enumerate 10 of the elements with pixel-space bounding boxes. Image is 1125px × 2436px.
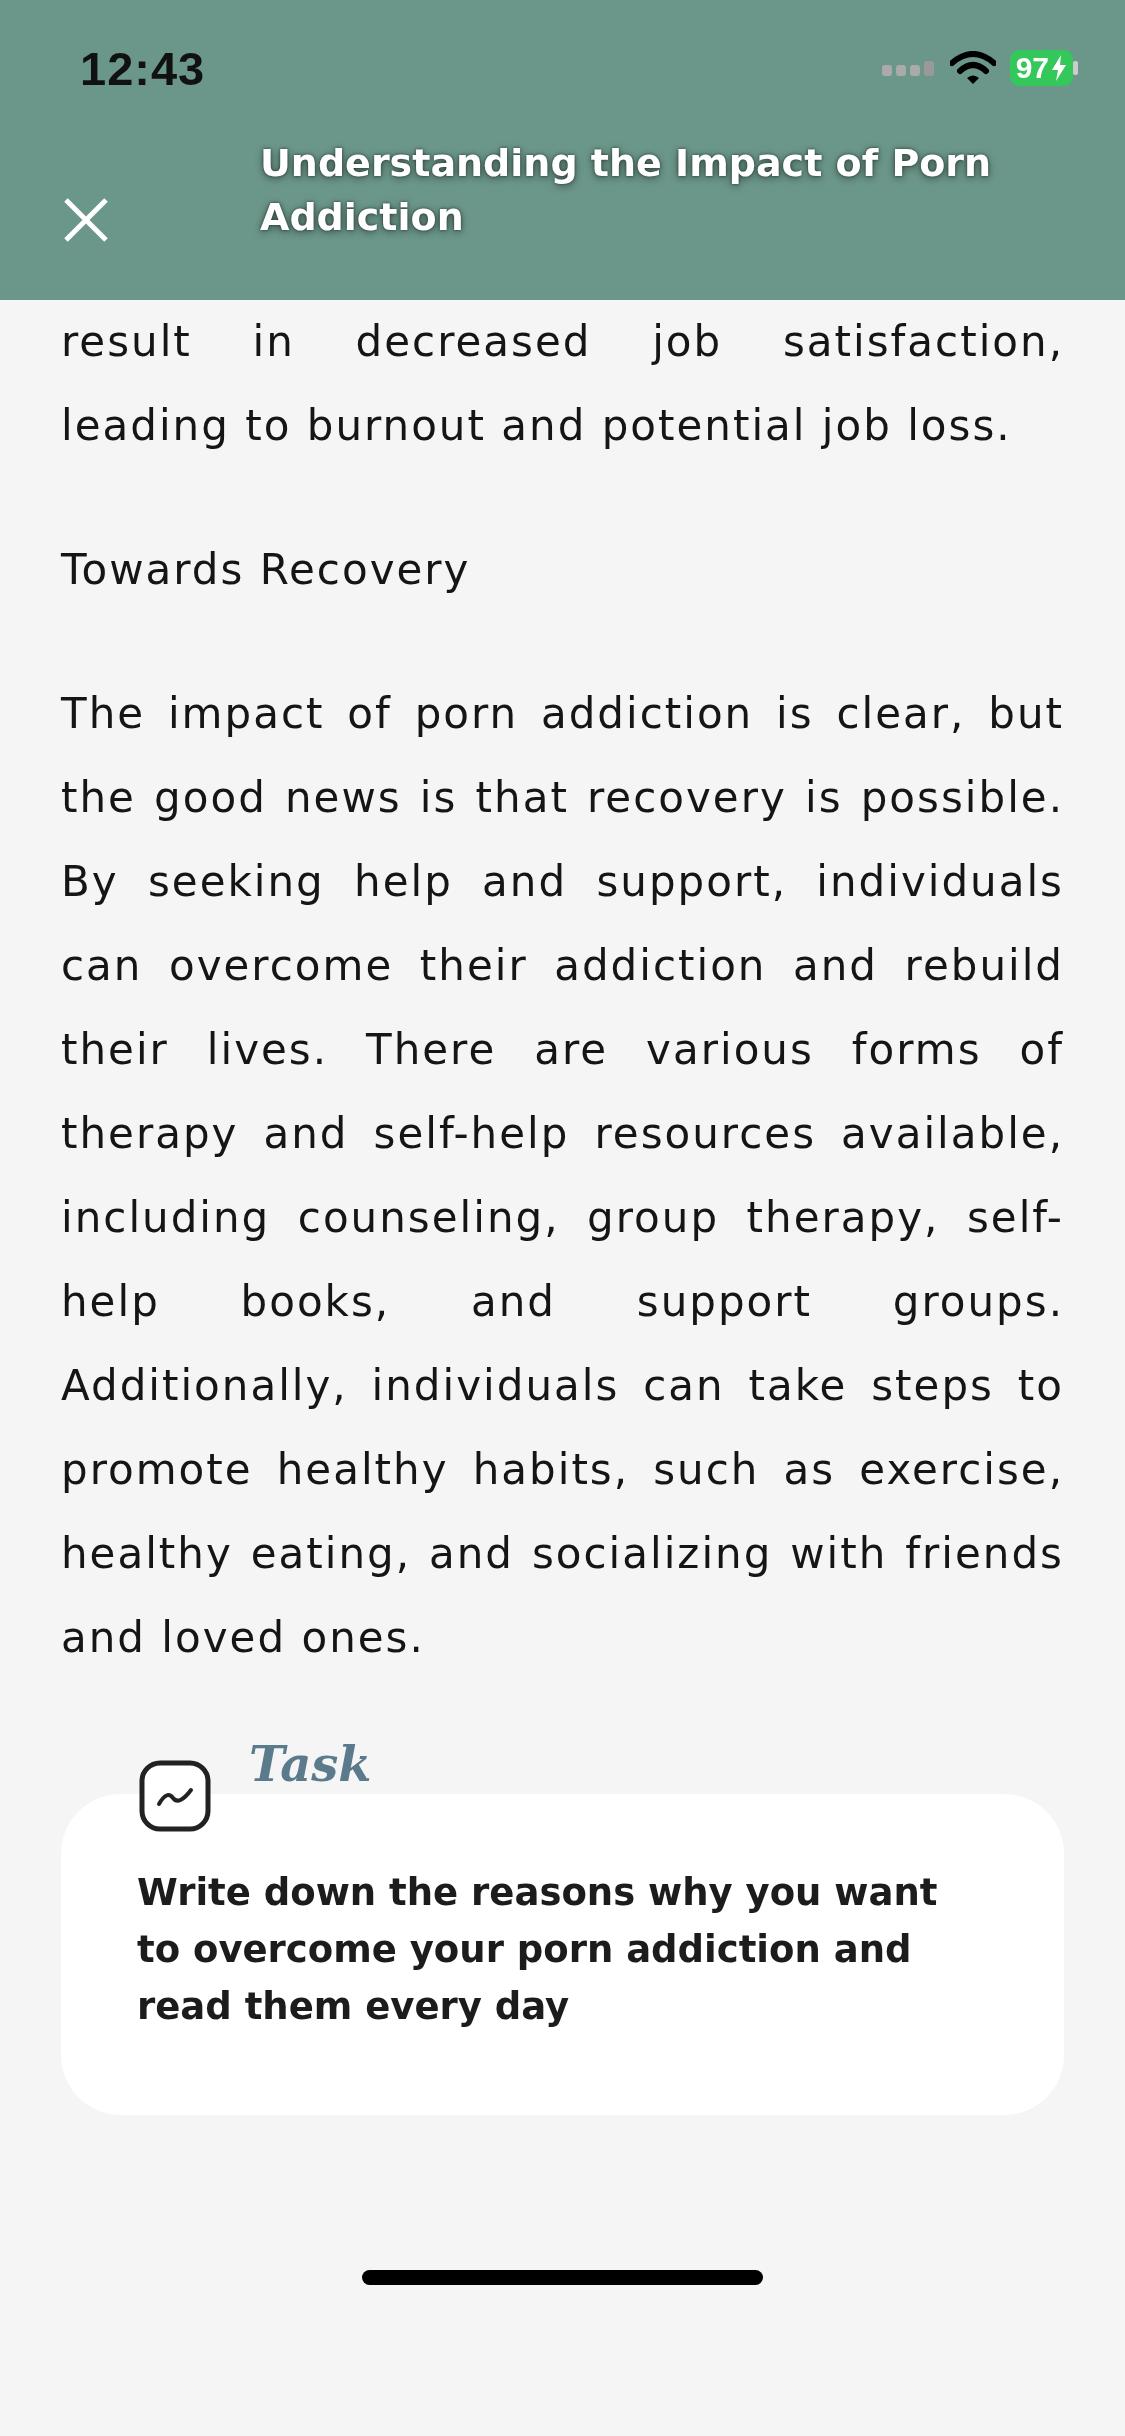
screen-title: Understanding the Impact of Porn Addiction bbox=[260, 140, 993, 241]
task-text: Write down the reasons why you want to overcome your porn addiction and read them every day bbox=[137, 1870, 939, 2030]
task-label: Task bbox=[249, 1740, 372, 1788]
status-time: 12:43 bbox=[80, 40, 206, 96]
body-paragraph: result in decreased job satisfaction, leading to burnout and potential job loss. bbox=[61, 316, 1064, 452]
body-paragraph: The impact of porn addiction is clear, but the good news is that recovery is possible. By seeking help and support, individuals can overcome their addiction and rebuild their lives. There are various forms of therapy and self-help resources available, including counseling, group therapy, self-help books, and support groups. Additionally, individuals can take steps to promote healthy habits, such as exercise, healthy eating, and socializing with friends and loved ones. bbox=[61, 688, 1064, 1664]
section-heading: Towards Recovery bbox=[61, 544, 472, 596]
close-button[interactable] bbox=[62, 196, 110, 244]
wifi-icon bbox=[949, 51, 996, 85]
signal-icon bbox=[881, 59, 936, 77]
